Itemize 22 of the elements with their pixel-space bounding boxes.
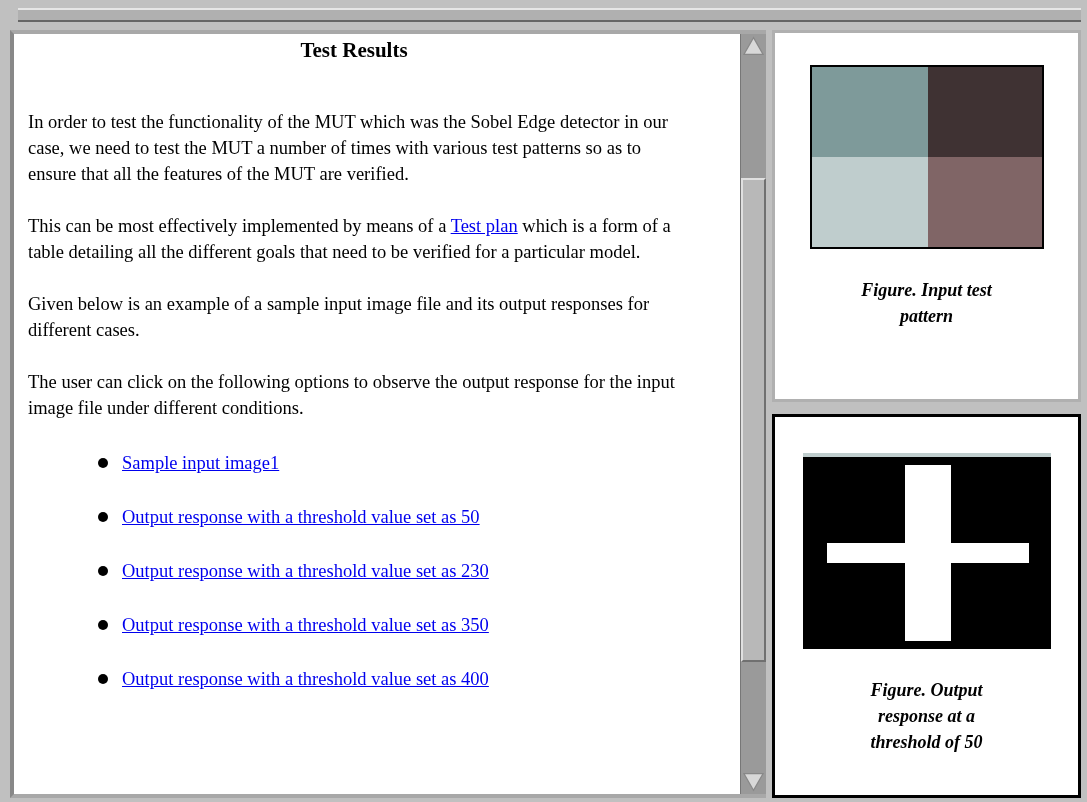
scrollbar[interactable] <box>740 34 766 794</box>
option-link[interactable]: Output response with a threshold value set as 400 <box>122 667 489 691</box>
test-plan-link[interactable]: Test plan <box>450 216 518 236</box>
scroll-thumb[interactable] <box>741 178 766 662</box>
scroll-up-icon[interactable] <box>741 34 766 58</box>
page-title: Test Results <box>299 38 409 63</box>
bullet-icon <box>98 620 108 630</box>
option-link[interactable]: Output response with a threshold value set as 230 <box>122 559 489 583</box>
bullet-icon <box>98 674 108 684</box>
option-link[interactable]: Sample input image1 <box>122 451 280 475</box>
bullet-icon <box>98 458 108 468</box>
paragraph: In order to test the functionality of the MUT which was the Sobel Edge detector in our case, we need to test the MUT a number of times with various test patterns so as to ensure that all the features of the MUT are verified. <box>28 111 669 186</box>
paragraph: The user can click on the following options to observe the output response for the input image file under different conditions. <box>28 371 676 420</box>
paragraph: Given below is an example of a sample input image file and its output responses for different cases. <box>28 293 651 342</box>
bullet-icon <box>98 566 108 576</box>
scroll-down-icon[interactable] <box>741 770 766 794</box>
figure-caption: Figure. Output response at a threshold of 50 <box>869 679 984 754</box>
option-link[interactable]: Output response with a threshold value set as 350 <box>122 613 489 637</box>
option-link[interactable]: Output response with a threshold value set as 50 <box>122 505 480 529</box>
paragraph: This can be most effectively implemented by means of a Test plan which is a form of a table detailing all the different goals that need to be verified for a particular model. <box>28 215 672 264</box>
bullet-icon <box>98 512 108 522</box>
figure-caption: Figure. Input test pattern <box>860 279 993 328</box>
